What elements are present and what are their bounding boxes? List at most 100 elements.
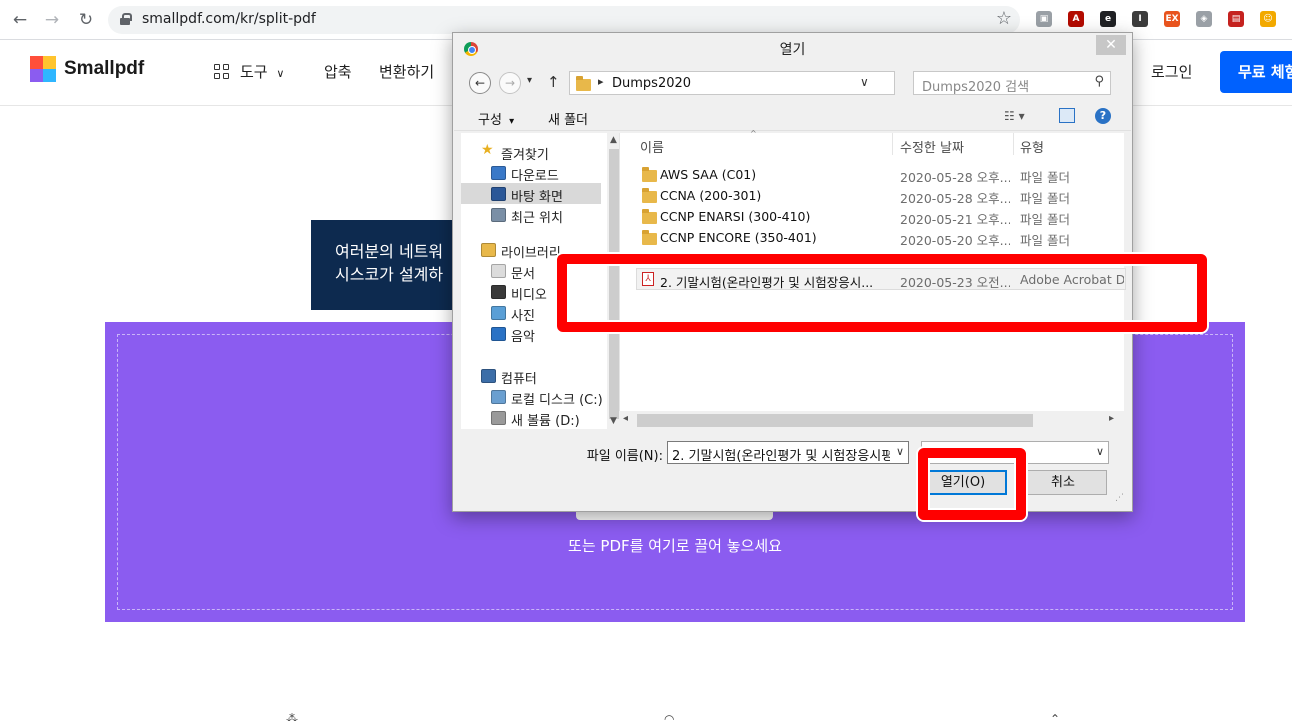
nav-item-label: 비디오 [511,288,547,303]
chevron-down-icon[interactable]: ∨ [896,445,904,458]
reload-icon[interactable]: ↻ [74,8,98,32]
folder-row[interactable]: CCNP ENARSI (300-410) 2020-05-21 오후... 파일 … [620,206,1125,227]
folder-search-input[interactable]: Dumps2020 검색 ⚲ [913,71,1111,95]
ext-gray-box-icon[interactable]: ▣ [1036,11,1052,27]
star-icon: ★ [481,142,494,158]
folder-icon [642,167,657,182]
path-breadcrumb[interactable]: ▸ Dumps2020 ∨ ↻ [569,71,1000,95]
ext-info-icon[interactable]: I [1132,11,1148,27]
nav-item-label: 문서 [511,267,535,282]
nav-item-label: 최근 위치 [511,211,563,226]
new-folder-button[interactable]: 새 폴더 [548,109,588,128]
horizontal-scrollbar[interactable]: ◂ ▸ [619,411,1125,429]
file-type: 파일 폴더 [1020,191,1070,206]
nav-item-star[interactable]: ★ 즐겨찾기 [461,142,601,163]
ext-orange-icon[interactable]: EX [1164,11,1180,27]
nav-compress[interactable]: 압축 [324,61,352,82]
scroll-left-icon[interactable]: ◂ [623,413,628,424]
folder-row[interactable]: CCNA (200-301) 2020-05-28 오후... 파일 폴더 [620,185,1125,206]
feature-icon: ⁂ [286,712,298,721]
desktop-icon [491,187,506,201]
promo-banner[interactable]: 여러분의 네트워 시스코가 설계하 [311,220,471,310]
column-header-name[interactable]: 이름 [640,137,664,156]
bookmark-star-icon[interactable]: ☆ [996,8,1012,29]
chevron-down-icon[interactable]: ∨ [860,75,869,89]
view-options-icon[interactable]: ☷ ▾ [1004,109,1025,123]
close-icon[interactable]: ✕ [1096,35,1126,55]
filename-input[interactable]: 2. 기말시험(온라인평가 및 시험장응시평 ∨ [667,441,909,464]
chevron-down-icon[interactable]: ∨ [1096,445,1104,458]
dropdown-arrow-icon: ▾ [509,116,515,127]
folder-icon [642,209,657,224]
nav-item-label: 컴퓨터 [501,372,537,387]
chevron-down-icon: ∨ [276,67,285,80]
smallpdf-logo-icon[interactable] [30,56,56,82]
folder-icon [642,230,657,245]
nav-convert[interactable]: 변환하기 [379,61,434,82]
up-arrow-icon[interactable]: ↑ [547,73,560,91]
logo-text[interactable]: Smallpdf [64,58,144,80]
nav-item-recent-places[interactable]: 최근 위치 [461,205,601,226]
column-separator[interactable] [892,133,893,155]
column-header-type[interactable]: 유형 [1020,137,1044,156]
nav-item-computer[interactable]: 컴퓨터 [461,366,601,387]
filename-value: 2. 기말시험(온라인평가 및 시험장응시평 [672,449,890,464]
dialog-toolbar: 구성 ▾ 새 폴더 ☷ ▾ ? [454,103,1131,131]
scroll-down-icon[interactable]: ▼ [610,416,617,426]
nav-item-label: 즐겨찾기 [501,148,549,163]
file-highlight-box [557,254,1207,332]
music-icon [491,327,506,341]
file-date: 2020-05-28 오후... [900,170,1010,185]
file-name: CCNA (200-301) [660,188,762,203]
column-separator[interactable] [1013,133,1014,155]
pictures-icon [491,306,506,320]
lock-icon [120,13,132,25]
tools-label: 도구 [240,63,268,81]
column-header-date[interactable]: 수정한 날짜 [900,137,964,156]
preview-pane-icon[interactable] [1059,108,1075,123]
documents-icon [491,264,506,278]
nav-item-label: 라이브러리 [501,246,561,261]
folder-row[interactable]: CCNP ENCORE (350-401) 2020-05-20 오후... 파일 … [620,227,1125,248]
file-name: AWS SAA (C01) [660,167,757,182]
downloads-icon [491,166,506,180]
file-type: 파일 폴더 [1020,170,1070,185]
address-bar[interactable]: smallpdf.com/kr/split-pdf ☆ [108,6,1020,34]
library-icon [481,243,496,257]
file-date: 2020-05-20 오후... [900,233,1010,248]
ext-dark-circle-icon[interactable]: e [1100,11,1116,27]
dialog-title-bar[interactable]: 열기 ✕ [453,33,1132,63]
scroll-right-icon[interactable]: ▸ [1109,413,1114,424]
login-link[interactable]: 로그인 [1151,61,1192,82]
nav-item-desktop[interactable]: 바탕 화면 [461,184,601,205]
banner-line-2: 시스코가 설계하 [335,265,444,284]
forward-arrow-icon[interactable]: → [499,72,521,94]
profile-avatar-icon[interactable]: ☺ [1260,11,1276,27]
url-text: smallpdf.com/kr/split-pdf [142,11,316,27]
shield-icon[interactable]: ◈ [1196,11,1212,27]
nav-item-label: 로컬 디스크 (C:) [511,393,603,408]
back-arrow-icon[interactable]: ← [469,72,491,94]
horizontal-scroll-thumb[interactable] [637,414,1033,427]
organize-button[interactable]: 구성 ▾ [478,109,514,128]
free-trial-button[interactable]: 무료 체험 [1220,51,1292,93]
filename-label: 파일 이름(N): [586,449,663,464]
forward-arrow-icon[interactable]: → [40,8,64,32]
help-icon[interactable]: ? [1095,108,1111,124]
back-arrow-icon[interactable]: ← [8,8,32,32]
nav-item-volume[interactable]: 새 볼륨 (D:) [461,408,601,429]
nav-item-label: 사진 [511,309,535,324]
folder-row[interactable]: AWS SAA (C01) 2020-05-28 오후... 파일 폴더 [620,164,1125,185]
search-icon[interactable]: ⚲ [1094,74,1104,89]
nav-item-local-disk[interactable]: 로컬 디스크 (C:) [461,387,603,408]
file-name: CCNP ENARSI (300-410) [660,209,811,224]
recent-dropdown-icon[interactable]: ▾ [527,75,532,86]
scroll-up-icon[interactable]: ▲ [610,135,617,145]
ext-red-window-icon[interactable]: ▤ [1228,11,1244,27]
adobe-acrobat-icon[interactable]: A [1068,11,1084,27]
tools-menu[interactable]: 도구 ∨ [240,61,284,82]
resize-grip-icon[interactable]: ⋰ [1115,493,1124,503]
nav-item-downloads[interactable]: 다운로드 [461,163,601,184]
folder-icon [642,188,657,203]
cancel-button[interactable]: 취소 [1019,470,1107,495]
